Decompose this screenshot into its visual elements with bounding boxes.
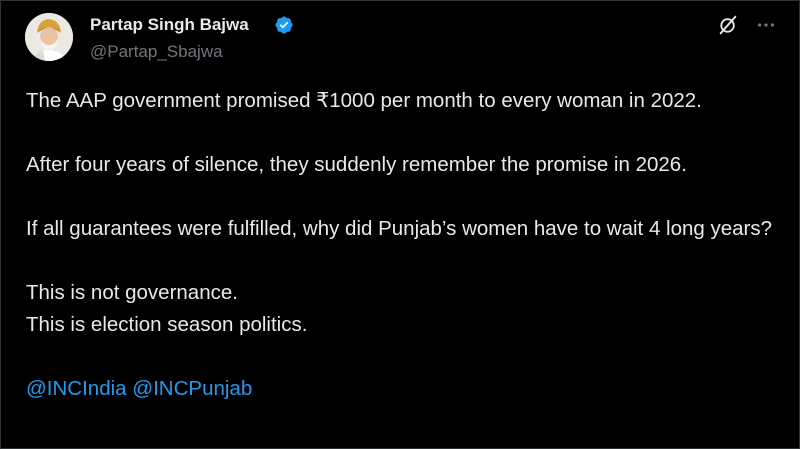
post-paragraph: After four years of silence, they sudden…: [26, 153, 687, 176]
more-options-button[interactable]: [753, 12, 779, 38]
post-container: Partap Singh Bajwa @Partap_Sbajwa The AA…: [0, 0, 800, 449]
post-paragraph: This is not governance.: [26, 281, 238, 304]
post-paragraph: This is election season politics.: [26, 313, 308, 336]
grok-icon: [719, 15, 737, 35]
avatar-portrait-icon: [25, 13, 73, 61]
mentions-line: @INCIndia @INCPunjab: [26, 373, 786, 405]
author-display-name[interactable]: Partap Singh Bajwa: [90, 14, 249, 36]
verified-badge-icon: [274, 15, 294, 35]
more-icon: [757, 23, 775, 27]
mention-link[interactable]: @INCPunjab: [132, 377, 252, 400]
post-body: The AAP government promised ₹1000 per mo…: [26, 85, 786, 405]
post-paragraph: If all guarantees were fulfilled, why di…: [26, 217, 773, 240]
mention-link[interactable]: @INCIndia: [26, 377, 127, 400]
grok-button[interactable]: [715, 12, 741, 38]
post-paragraph: The AAP government promised ₹1000 per mo…: [26, 89, 702, 112]
author-handle[interactable]: @Partap_Sbajwa: [90, 41, 223, 63]
avatar[interactable]: [25, 13, 73, 61]
